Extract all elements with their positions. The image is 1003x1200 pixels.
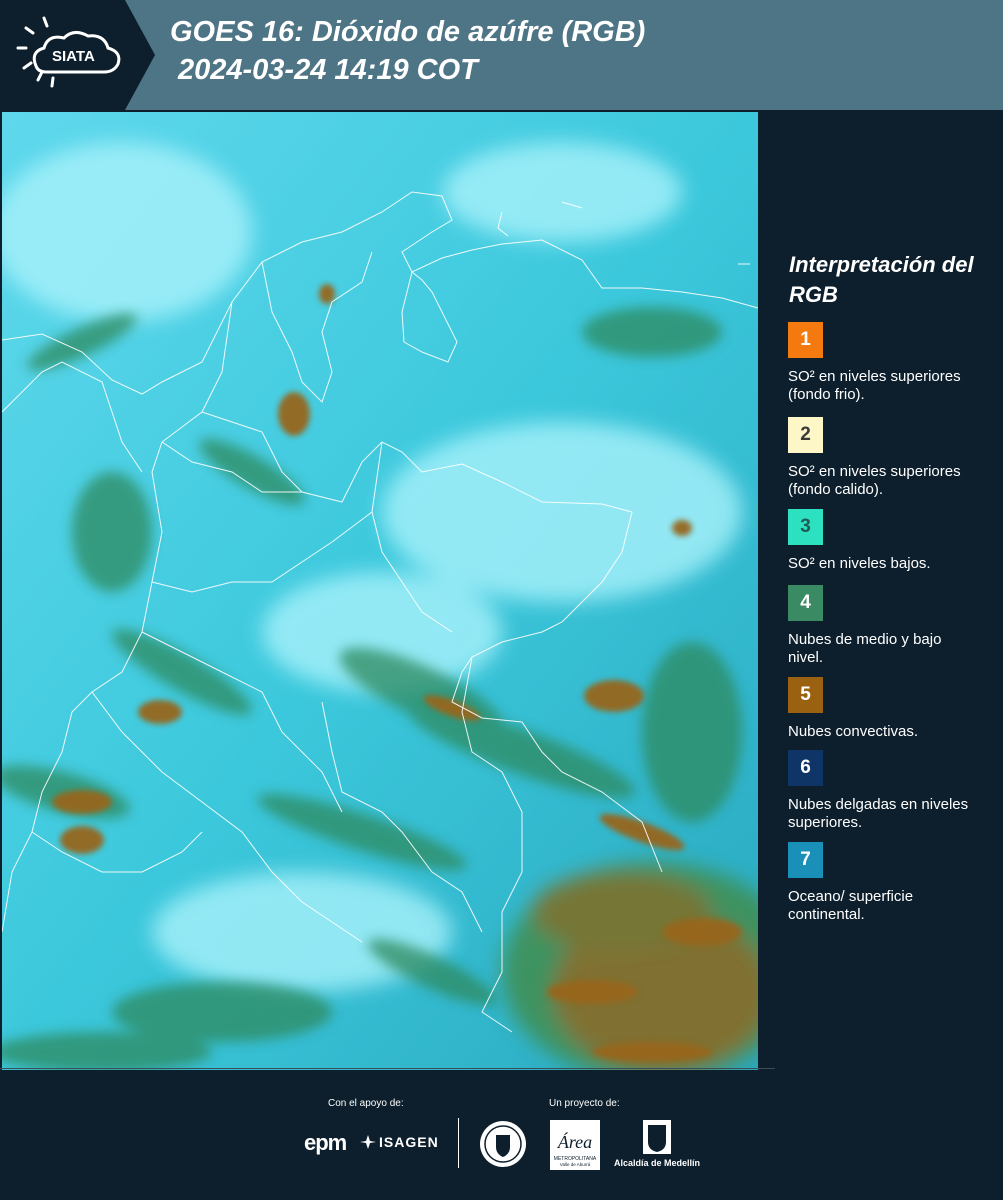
legend-swatch: 2 (788, 417, 823, 453)
svg-text:Valle de Aburrá: Valle de Aburrá (560, 1162, 591, 1167)
project-label: Un proyecto de: (549, 1098, 620, 1109)
legend-label: SO² en niveles superiores (fondo frio). (788, 368, 961, 403)
legend-item-3: 3 SO² en niveles bajos. (788, 509, 998, 573)
legend-swatch: 3 (788, 509, 823, 545)
footer-divider-line (0, 1068, 775, 1069)
legend-item-6: 6 Nubes delgadas en niveles superiores. (788, 750, 998, 832)
legend-item-1: 1 SO² en niveles superiores (fondo frio)… (788, 322, 998, 404)
isagen-icon (360, 1135, 376, 1149)
footer-divider (458, 1118, 459, 1168)
support-label: Con el apoyo de: (328, 1098, 404, 1109)
alcaldia-shield-icon (643, 1120, 671, 1154)
legend-label: Nubes convectivas. (788, 723, 919, 740)
page-title: GOES 16: Dióxido de azúfre (RGB) (170, 16, 646, 48)
legend-swatch: 4 (788, 585, 823, 621)
legend-item-2: 2 SO² en niveles superiores (fondo calid… (788, 417, 998, 499)
header-bar: SIATA GOES 16: Dióxido de azúfre (RGB) 2… (0, 0, 1003, 110)
alcaldia-text: Alcaldía de Medellín (613, 1158, 701, 1168)
isagen-logo: ISAGEN (360, 1134, 439, 1150)
legend-label: Nubes delgadas en niveles superiores. (788, 796, 969, 831)
alcaldia-logo: Alcaldía de Medellín (612, 1120, 702, 1172)
legend-item-4: 4 Nubes de medio y bajo nivel. (788, 585, 998, 667)
area-metropolitana-logo-icon: Área METROPOLITANA Valle de Aburrá (550, 1120, 600, 1170)
timestamp: 2024-03-24 14:19 COT (178, 54, 478, 86)
legend-label: SO² en niveles superiores (fondo calido)… (788, 463, 961, 498)
legend-title: Interpretación del RGB (789, 252, 974, 307)
legend-item-7: 7 Oceano/ superficie continental. (788, 842, 998, 924)
legend-label: Oceano/ superficie continental. (788, 888, 914, 923)
legend-swatch: 1 (788, 322, 823, 358)
isagen-text: ISAGEN (379, 1134, 439, 1150)
siata-logo: SIATA (0, 0, 155, 110)
svg-text:Área: Área (557, 1131, 592, 1152)
legend-swatch: 7 (788, 842, 823, 878)
footer: Con el apoyo de: Un proyecto de: epm ISA… (0, 1068, 1003, 1200)
legend-swatch: 6 (788, 750, 823, 786)
rgb-legend: Interpretación del RGB 1 SO² en niveles … (760, 112, 1003, 1070)
medellin-seal-icon (480, 1121, 526, 1167)
legend-swatch: 5 (788, 677, 823, 713)
satellite-map-image (2, 112, 758, 1070)
siata-logo-text: SIATA (52, 48, 95, 65)
satellite-map (2, 112, 758, 1070)
legend-item-5: 5 Nubes convectivas. (788, 677, 998, 741)
legend-label: Nubes de medio y bajo nivel. (788, 631, 942, 666)
epm-logo: epm (304, 1130, 347, 1155)
legend-label: SO² en niveles bajos. (788, 555, 931, 572)
